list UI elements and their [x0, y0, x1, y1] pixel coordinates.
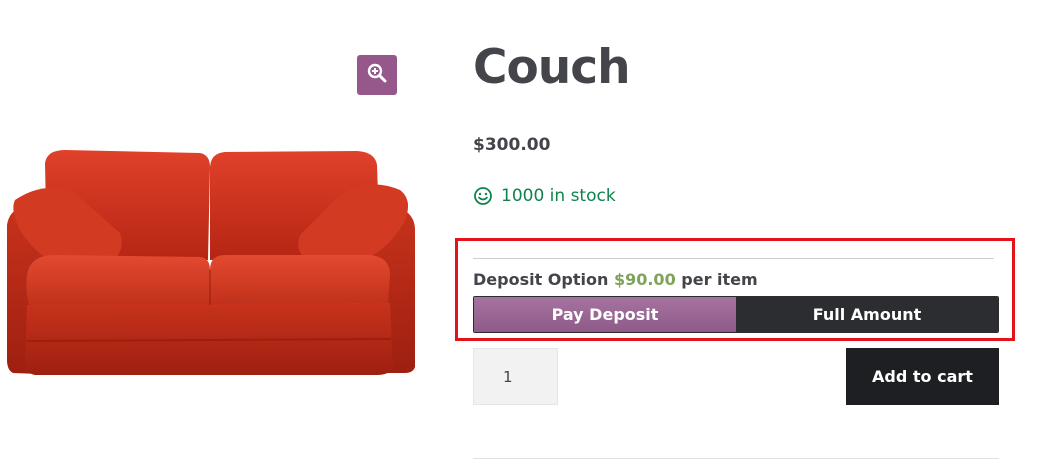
- stock-status: 1000 in stock: [473, 186, 616, 206]
- quantity-input[interactable]: [473, 348, 558, 405]
- deposit-option-label: Deposit Option $90.00 per item: [473, 270, 758, 289]
- product-price: $300.00: [473, 135, 551, 155]
- deposit-amount: $90.00: [613, 270, 676, 289]
- add-to-cart-button[interactable]: Add to cart: [846, 348, 999, 405]
- zoom-button[interactable]: [357, 55, 397, 95]
- full-amount-button[interactable]: Full Amount: [736, 297, 998, 332]
- zoom-in-icon: [367, 63, 387, 88]
- deposit-divider: [473, 258, 994, 259]
- product-title: Couch: [473, 40, 631, 95]
- deposit-label-prefix: Deposit Option: [473, 270, 609, 289]
- product-gallery: [0, 0, 420, 472]
- stock-text: 1000 in stock: [501, 186, 616, 206]
- product-image-couch[interactable]: [5, 105, 417, 380]
- deposit-label-suffix: per item: [681, 270, 758, 289]
- deposit-toggle: Pay Deposit Full Amount: [473, 296, 999, 333]
- smiley-icon: [473, 186, 493, 206]
- bottom-divider: [473, 458, 999, 459]
- pay-deposit-button[interactable]: Pay Deposit: [474, 297, 736, 332]
